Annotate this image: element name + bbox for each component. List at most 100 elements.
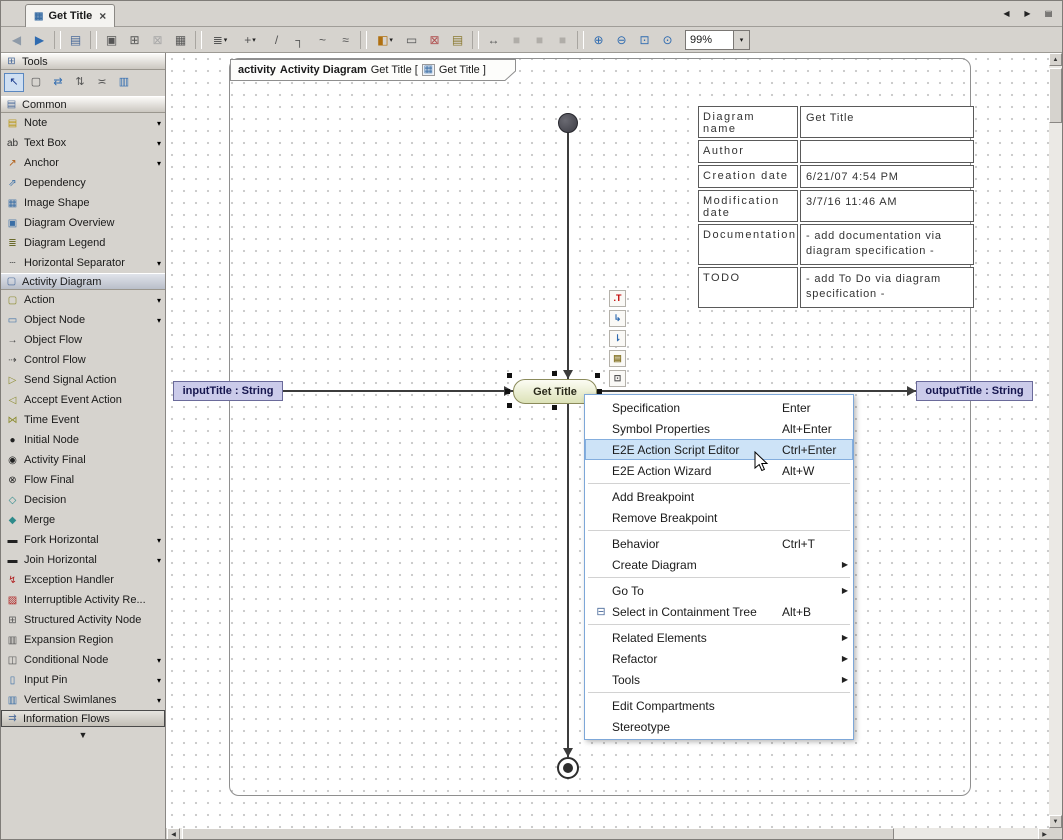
info-table-row[interactable]: Modification date 3/7/16 11:46 AM	[698, 190, 974, 222]
layout-grid-button-1[interactable]: ■ ▾	[505, 30, 528, 51]
manipulator-extra-button[interactable]: ⊡	[609, 370, 626, 387]
line-straight-button[interactable]: / ▾	[265, 30, 288, 51]
diagram-canvas[interactable]: activity Activity Diagram Get Title [ ▦ …	[166, 53, 1051, 828]
info-table-row[interactable]: Documentation - add documentation via di…	[698, 224, 974, 265]
expand-triangle-icon[interactable]: ▾	[151, 656, 161, 665]
note-button[interactable]: ▤ ▾	[446, 30, 469, 51]
menu-item-symbol-properties[interactable]: Symbol Properties Alt+Enter ▶	[585, 418, 853, 439]
palette-item-merge[interactable]: ◆ Merge ▾	[1, 510, 165, 530]
expand-triangle-icon[interactable]: ▾	[151, 259, 161, 268]
scroll-left-button[interactable]: ◀	[167, 828, 180, 840]
palette-section-tools[interactable]: ⊞ Tools	[1, 53, 165, 70]
tab-get-title[interactable]: ▦ Get Title ×	[25, 4, 115, 27]
line-rectilinear-button[interactable]: ┐ ▾	[288, 30, 311, 51]
swimlane-tool-button[interactable]: ▥	[114, 73, 134, 92]
menu-item-e2e-action-script-editor[interactable]: E2E Action Script Editor Ctrl+Enter ▶	[585, 439, 853, 460]
line-curve-button[interactable]: ≈ ▾	[334, 30, 357, 51]
horizontal-scroll-thumb[interactable]	[182, 828, 894, 840]
control-flow-line[interactable]	[567, 133, 569, 380]
manipulator-script-button[interactable]: .T	[609, 290, 626, 307]
menu-item-add-breakpoint[interactable]: Add Breakpoint ▶	[585, 486, 853, 507]
expand-triangle-icon[interactable]: ▾	[151, 556, 161, 565]
palette-item-control-flow[interactable]: ⇢ Control Flow ▾	[1, 350, 165, 370]
nav-forward-button[interactable]: ▶ ▾	[28, 30, 51, 51]
menu-item-go-to[interactable]: Go To ▶	[585, 580, 853, 601]
palette-section-activity-diagram[interactable]: ▢ Activity Diagram	[1, 273, 165, 290]
expand-triangle-icon[interactable]: ▾	[151, 296, 161, 305]
object-flow-line[interactable]	[283, 390, 513, 392]
manipulator-pin-button[interactable]: ⇂	[609, 330, 626, 347]
fill-color-button[interactable]: ◧ ▾	[370, 30, 400, 51]
object-flow-line[interactable]	[597, 390, 916, 392]
zoom-dropdown-button[interactable]: ▾	[733, 30, 750, 50]
line-oblique-button[interactable]: ~ ▾	[311, 30, 334, 51]
frame-header[interactable]: activity Activity Diagram Get Title [ ▦ …	[230, 59, 516, 81]
menu-item-specification[interactable]: Specification Enter ▶	[585, 397, 853, 418]
selection-handle[interactable]	[552, 405, 557, 410]
selection-handle[interactable]	[552, 371, 557, 376]
show-window-button[interactable]: ▭ ▾	[400, 30, 423, 51]
palette-item-object-flow[interactable]: → Object Flow ▾	[1, 330, 165, 350]
menu-item-stereotype[interactable]: Stereotype ▶	[585, 716, 853, 737]
align-vertical-tool-button[interactable]: ⇅	[70, 73, 90, 92]
palette-item-expansion-region[interactable]: ▥ Expansion Region ▾	[1, 630, 165, 650]
palette-item-diagram-legend[interactable]: ≣ Diagram Legend ▾	[1, 233, 165, 253]
tab-scroll-left-button[interactable]: ◀	[999, 6, 1014, 21]
add-path-button[interactable]: + ▾	[235, 30, 265, 51]
fit-size-button[interactable]: ↔ ▾	[482, 30, 505, 51]
menu-item-behavior[interactable]: Behavior Ctrl+T ▶	[585, 533, 853, 554]
palette-item-image-shape[interactable]: ▦ Image Shape ▾	[1, 193, 165, 213]
palette-item-note[interactable]: ▤ Note ▾	[1, 113, 165, 133]
palette-item-action[interactable]: ▢ Action ▾	[1, 290, 165, 310]
tab-scroll-right-button[interactable]: ▶	[1020, 6, 1035, 21]
palette-item-conditional-node[interactable]: ◫ Conditional Node ▾	[1, 650, 165, 670]
expand-triangle-icon[interactable]: ▾	[151, 536, 161, 545]
output-parameter-node[interactable]: outputTitle : String	[916, 381, 1033, 401]
palette-item-flow-final[interactable]: ⊗ Flow Final ▾	[1, 470, 165, 490]
align-button[interactable]: ≣ ▾	[205, 30, 235, 51]
layout-grid-button-2[interactable]: ■ ▾	[528, 30, 551, 51]
close-window-button[interactable]: ⊠ ▾	[423, 30, 446, 51]
palette-item-initial-node[interactable]: ● Initial Node ▾	[1, 430, 165, 450]
zoom-actual-button[interactable]: ⊙ ▾	[656, 30, 679, 51]
initial-node[interactable]	[558, 113, 578, 133]
expand-triangle-icon[interactable]: ▾	[151, 159, 161, 168]
select-in-containment-tree-button[interactable]: ▤ ▾	[64, 30, 87, 51]
zoom-combobox[interactable]: 99% ▾	[685, 30, 750, 50]
horizontal-scrollbar[interactable]: ◀ ▶	[167, 828, 1051, 840]
selection-handle[interactable]	[507, 373, 512, 378]
info-table-row[interactable]: Author	[698, 140, 974, 163]
input-parameter-node[interactable]: inputTitle : String	[173, 381, 283, 401]
menu-item-related-elements[interactable]: Related Elements ▶	[585, 627, 853, 648]
zoom-out-button[interactable]: ⊖ ▾	[610, 30, 633, 51]
palette-item-time-event[interactable]: ⋈ Time Event ▾	[1, 410, 165, 430]
menu-item-e2e-action-wizard[interactable]: E2E Action Wizard Alt+W ▶	[585, 460, 853, 481]
control-flow-line[interactable]	[567, 404, 569, 757]
palette-item-vertical-swimlanes[interactable]: ▥ Vertical Swimlanes ▾	[1, 690, 165, 710]
manipulator-route-button[interactable]: ↳	[609, 310, 626, 327]
palette-item-horizontal-separator[interactable]: ┄ Horizontal Separator ▾	[1, 253, 165, 273]
expand-triangle-icon[interactable]: ▾	[151, 316, 161, 325]
info-table-row[interactable]: Diagram name Get Title	[698, 106, 974, 138]
palette-item-interruptible-activity-region[interactable]: ▨ Interruptible Activity Re... ▾	[1, 590, 165, 610]
manipulator-note-button[interactable]: ▤	[609, 350, 626, 367]
palette-item-activity-final[interactable]: ◉ Activity Final ▾	[1, 450, 165, 470]
scroll-down-button[interactable]: ▼	[1049, 815, 1062, 828]
selection-handle[interactable]	[595, 373, 600, 378]
magnet-tool-button[interactable]: ⇄	[48, 73, 68, 92]
selection-handle[interactable]	[505, 389, 510, 394]
palette-item-input-pin[interactable]: ▯ Input Pin ▾	[1, 670, 165, 690]
vertical-scrollbar[interactable]: ▲ ▼	[1049, 53, 1062, 828]
palette-item-text-box[interactable]: ab Text Box ▾	[1, 133, 165, 153]
expand-triangle-icon[interactable]: ▾	[151, 139, 161, 148]
tab-close-icon[interactable]: ×	[99, 9, 106, 23]
expand-triangle-icon[interactable]: ▾	[151, 119, 161, 128]
vertical-scroll-thumb[interactable]	[1049, 68, 1062, 123]
layers-button[interactable]: ▦ ▾	[169, 30, 192, 51]
palette-scroll-down-indicator[interactable]: ▼	[1, 727, 165, 740]
palette-item-structured-activity-node[interactable]: ⊞ Structured Activity Node ▾	[1, 610, 165, 630]
menu-item-edit-compartments[interactable]: Edit Compartments ▶	[585, 695, 853, 716]
palette-item-object-node[interactable]: ▭ Object Node ▾	[1, 310, 165, 330]
scroll-up-button[interactable]: ▲	[1049, 53, 1062, 66]
diagram-info-table[interactable]: Diagram name Get Title Author Creation d…	[698, 106, 974, 308]
